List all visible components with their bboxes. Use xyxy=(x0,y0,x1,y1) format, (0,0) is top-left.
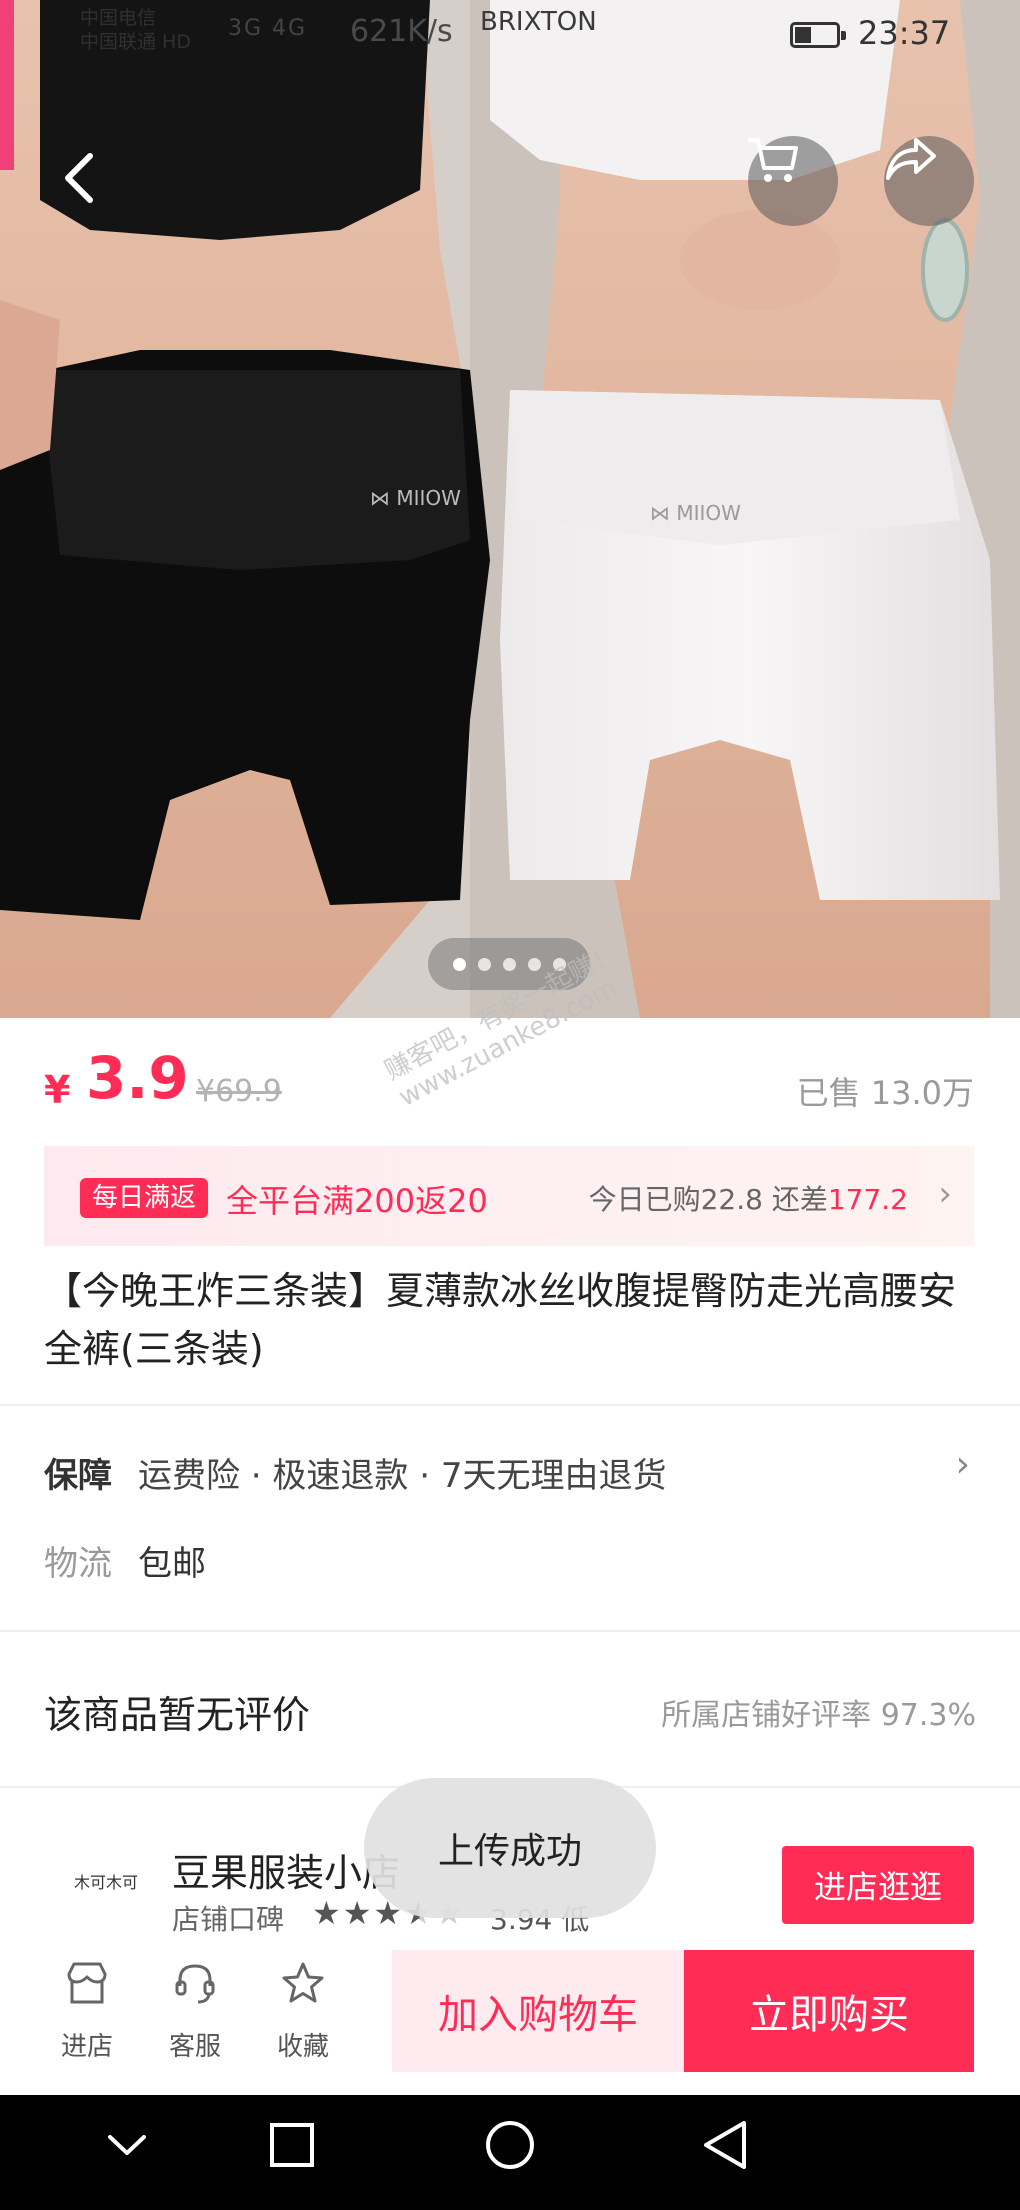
daily-rebate-banner[interactable]: 每日满返 全平台满200返20 今日已购22.8 还差177.2 › xyxy=(44,1146,974,1246)
nav-home-icon[interactable] xyxy=(486,2121,534,2169)
promo-text: 全平台满200返20 xyxy=(226,1182,488,1220)
tab-favorite-label: 收藏 xyxy=(276,2032,329,2062)
carrier-2: 中国联通 HD xyxy=(80,31,191,53)
carousel-dot[interactable] xyxy=(477,957,491,971)
svg-text:⋈ MIIOW: ⋈ MIIOW xyxy=(370,486,461,510)
signal-icon: 3G 4G xyxy=(228,16,308,41)
promo-progress: 今日已购22.8 还差177.2 xyxy=(589,1178,908,1218)
tab-service[interactable]: 客服 xyxy=(150,1960,240,2070)
divider xyxy=(0,1404,1020,1406)
battery-icon xyxy=(790,22,846,48)
logistics-label: 物流 xyxy=(44,1544,112,1584)
chevron-right-icon: › xyxy=(955,1444,970,1485)
original-price: ¥69.9 xyxy=(196,1074,282,1109)
nav-back-down-icon[interactable] xyxy=(108,2135,146,2155)
cart-button[interactable] xyxy=(748,136,838,226)
star-icon: ★ xyxy=(312,1894,343,1932)
guarantee-label: 保障 xyxy=(44,1456,112,1496)
promo-today: 今日已购22.8 还差 xyxy=(588,1183,828,1216)
carousel-dot[interactable] xyxy=(502,957,516,971)
shop-logo: 木可木可 xyxy=(73,1873,138,1892)
guarantee-value: 运费险 · 极速退款 · 7天无理由退货 xyxy=(138,1456,667,1496)
svg-text:⋈ MIIOW: ⋈ MIIOW xyxy=(650,501,741,525)
carousel-dot[interactable] xyxy=(452,957,466,971)
promo-remaining: 177.2 xyxy=(827,1183,908,1216)
share-button[interactable] xyxy=(884,136,974,226)
add-to-cart-button[interactable]: 加入购物车 xyxy=(392,1950,684,2072)
tab-favorite[interactable]: 收藏 xyxy=(258,1960,348,2070)
system-navigation-bar xyxy=(0,2095,1020,2210)
clock: 23:37 xyxy=(858,14,951,52)
back-button[interactable] xyxy=(60,150,110,220)
shop-positive-rate: 所属店铺好评率 97.3% xyxy=(661,1698,976,1733)
carrier-1: 中国电信 xyxy=(80,7,157,29)
share-icon xyxy=(886,138,936,180)
cart-icon xyxy=(748,138,798,182)
logistics-value: 包邮 xyxy=(138,1544,206,1584)
product-image-carousel[interactable]: ⋈ MIIOW BRIXTON ⋈ MIIOW 中国电信 中国联通 HD 3G … xyxy=(0,0,1020,1018)
toast-message: 上传成功 xyxy=(364,1778,656,1918)
headset-icon xyxy=(175,1964,215,2004)
sold-count: 已售 13.0万 xyxy=(796,1074,974,1112)
product-title: 【今晚王炸三条装】夏薄款冰丝收腹提臀防走光高腰安全裤(三条装) xyxy=(44,1269,957,1371)
tab-store-label: 进店 xyxy=(60,2032,113,2062)
shop-rating-label: 店铺口碑 xyxy=(172,1903,285,1936)
carrier-info: 中国电信 中国联通 HD xyxy=(80,6,191,54)
chevron-left-icon xyxy=(65,153,93,203)
tab-service-label: 客服 xyxy=(168,2032,221,2062)
carousel-dot[interactable] xyxy=(527,957,541,971)
tab-store[interactable]: 进店 xyxy=(42,1960,132,2070)
buy-now-button[interactable]: 立即购买 xyxy=(684,1950,974,2072)
nav-back-icon[interactable] xyxy=(704,2121,746,2169)
currency-symbol: ¥ xyxy=(44,1068,71,1112)
star-icon: ★ xyxy=(342,1894,374,1932)
chevron-right-icon: › xyxy=(938,1174,952,1214)
current-price: 3.9 xyxy=(86,1044,189,1112)
review-title: 该商品暂无评价 xyxy=(44,1693,311,1737)
system-nav-icons xyxy=(108,2121,746,2169)
visit-shop-button[interactable]: 进店逛逛 xyxy=(782,1846,974,1924)
divider xyxy=(0,1630,1020,1632)
status-bar: 中国电信 中国联通 HD 3G 4G 621K/s 23:37 xyxy=(0,0,1020,64)
promo-tag: 每日满返 xyxy=(80,1178,209,1218)
star-outline-icon xyxy=(282,1962,324,2003)
store-icon xyxy=(67,1962,107,2004)
nav-recents-icon[interactable] xyxy=(270,2123,314,2167)
network-speed: 621K/s xyxy=(350,14,453,49)
product-photo: ⋈ MIIOW BRIXTON ⋈ MIIOW xyxy=(0,0,1020,1018)
